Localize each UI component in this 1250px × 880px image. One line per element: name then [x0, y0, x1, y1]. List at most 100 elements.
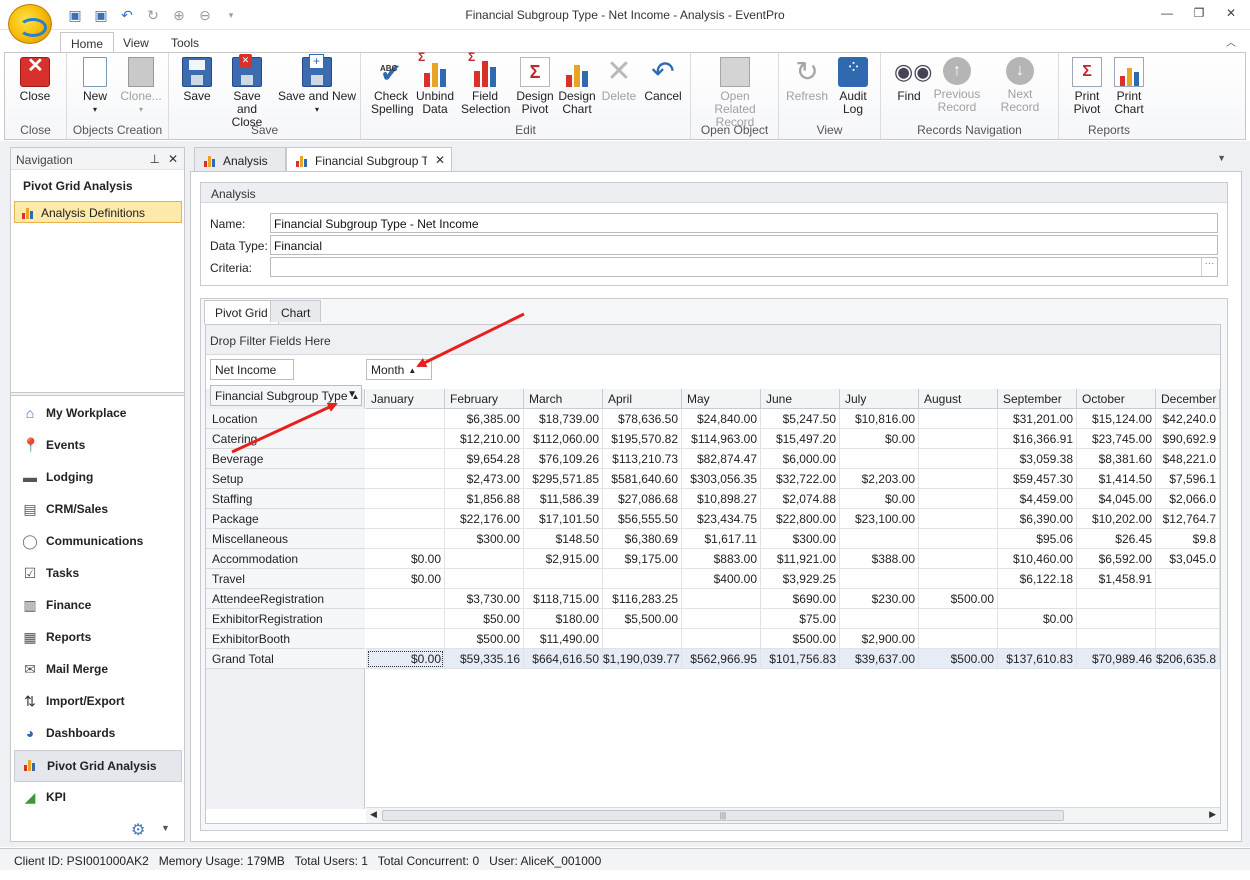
table-cell[interactable]: $300.00	[445, 529, 524, 549]
nav-item-pivot-grid-analysis[interactable]: Pivot Grid Analysis	[14, 750, 182, 782]
table-cell[interactable]: $78,636.50	[603, 409, 682, 429]
table-cell[interactable]: $116,283.25	[603, 589, 682, 609]
table-cell[interactable]: $500.00	[919, 589, 998, 609]
column-header-june[interactable]: June	[761, 389, 840, 409]
window-close-icon[interactable]: ✕	[1224, 6, 1238, 20]
table-cell[interactable]: $4,045.00	[1077, 489, 1156, 509]
table-cell[interactable]: $22,800.00	[761, 509, 840, 529]
table-cell[interactable]: $6,000.00	[761, 449, 840, 469]
table-cell[interactable]	[445, 549, 524, 569]
table-cell[interactable]: $7,596.1	[1156, 469, 1220, 489]
nav-item-lodging[interactable]: ▬ Lodging	[14, 462, 182, 494]
nav-item-events[interactable]: 📍 Events	[14, 430, 182, 462]
nav-analysis-definitions[interactable]: Analysis Definitions	[14, 201, 182, 223]
grand-total-cell[interactable]: $137,610.83	[998, 649, 1077, 669]
column-header-may[interactable]: May	[682, 389, 761, 409]
table-cell[interactable]	[524, 569, 603, 589]
grand-total-cell[interactable]: $101,756.83	[761, 649, 840, 669]
column-header-april[interactable]: April	[603, 389, 682, 409]
name-field[interactable]: Financial Subgroup Type - Net Income	[270, 213, 1218, 233]
table-cell[interactable]: $12,210.00	[445, 429, 524, 449]
column-header-january[interactable]: January	[366, 389, 445, 409]
column-header-february[interactable]: February	[445, 389, 524, 409]
table-cell[interactable]: $5,500.00	[603, 609, 682, 629]
table-cell[interactable]	[366, 409, 445, 429]
table-cell[interactable]: $113,210.73	[603, 449, 682, 469]
table-cell[interactable]: $6,380.69	[603, 529, 682, 549]
table-cell[interactable]: $1,458.91	[1077, 569, 1156, 589]
column-header-july[interactable]: July	[840, 389, 919, 409]
table-cell[interactable]	[366, 589, 445, 609]
criteria-ellipsis-button[interactable]: ···	[1201, 258, 1217, 276]
table-cell[interactable]: $148.50	[524, 529, 603, 549]
nav-item-crm-sales[interactable]: ▤ CRM/Sales	[14, 494, 182, 526]
table-cell[interactable]: $3,929.25	[761, 569, 840, 589]
table-cell[interactable]: $0.00	[840, 429, 919, 449]
table-cell[interactable]: $118,715.00	[524, 589, 603, 609]
table-cell[interactable]: $23,434.75	[682, 509, 761, 529]
table-cell[interactable]	[603, 569, 682, 589]
table-cell[interactable]	[445, 569, 524, 589]
table-cell[interactable]: $3,730.00	[445, 589, 524, 609]
horizontal-scrollbar[interactable]: ◀ ||| ▶	[366, 807, 1220, 823]
table-cell[interactable]: $1,856.88	[445, 489, 524, 509]
navigation-options-chevron-down-icon[interactable]: ▼	[161, 823, 170, 833]
table-cell[interactable]	[366, 469, 445, 489]
table-cell[interactable]	[682, 629, 761, 649]
ribbon-collapse-icon[interactable]: ︿	[1226, 34, 1236, 49]
save-and-close-button[interactable]: Save and Close	[217, 54, 277, 129]
row-header[interactable]: Staffing	[206, 489, 365, 509]
table-cell[interactable]: $2,473.00	[445, 469, 524, 489]
table-cell[interactable]: $400.00	[682, 569, 761, 589]
table-cell[interactable]: $26.45	[1077, 529, 1156, 549]
table-cell[interactable]: $15,497.20	[761, 429, 840, 449]
navigation-splitter[interactable]	[11, 392, 184, 396]
column-header-august[interactable]: August	[919, 389, 998, 409]
grand-total-cell[interactable]: $562,966.95	[682, 649, 761, 669]
row-header[interactable]: ExhibitorRegistration	[206, 609, 365, 629]
table-cell[interactable]: $23,745.00	[1077, 429, 1156, 449]
row-header[interactable]: Accommodation	[206, 549, 365, 569]
tab-home[interactable]: Home	[60, 32, 115, 53]
table-cell[interactable]: $303,056.35	[682, 469, 761, 489]
doc-tab-close-icon[interactable]: ✕	[435, 153, 445, 167]
row-header[interactable]: Travel	[206, 569, 365, 589]
table-cell[interactable]	[919, 629, 998, 649]
table-cell[interactable]	[682, 609, 761, 629]
field-selection-button[interactable]: Σ Field Selection	[457, 51, 513, 116]
table-cell[interactable]: $500.00	[445, 629, 524, 649]
table-cell[interactable]: $295,571.85	[524, 469, 603, 489]
table-cell[interactable]: $0.00	[840, 489, 919, 509]
table-cell[interactable]	[1156, 589, 1220, 609]
table-cell[interactable]: $6,592.00	[1077, 549, 1156, 569]
table-cell[interactable]	[840, 569, 919, 589]
table-cell[interactable]: $112,060.00	[524, 429, 603, 449]
table-cell[interactable]: $2,074.88	[761, 489, 840, 509]
grand-total-cell[interactable]: $59,335.16	[445, 649, 524, 669]
table-cell[interactable]: $24,840.00	[682, 409, 761, 429]
table-cell[interactable]: $581,640.60	[603, 469, 682, 489]
table-cell[interactable]: $95.06	[998, 529, 1077, 549]
row-header[interactable]: Beverage	[206, 449, 365, 469]
table-cell[interactable]	[919, 529, 998, 549]
next-record-button[interactable]: ↓ Next Record	[987, 57, 1053, 114]
table-cell[interactable]: $10,898.27	[682, 489, 761, 509]
cancel-button[interactable]: ↶ Cancel	[635, 57, 691, 103]
minimize-icon[interactable]: —	[1160, 6, 1174, 20]
scroll-right-icon[interactable]: ▶	[1209, 809, 1216, 820]
tab-tools[interactable]: Tools	[161, 32, 209, 53]
table-cell[interactable]: $500.00	[761, 629, 840, 649]
table-cell[interactable]: $9,654.28	[445, 449, 524, 469]
table-cell[interactable]: $59,457.30	[998, 469, 1077, 489]
table-cell[interactable]: $15,124.00	[1077, 409, 1156, 429]
table-cell[interactable]	[366, 609, 445, 629]
table-cell[interactable]	[840, 449, 919, 469]
table-cell[interactable]	[919, 449, 998, 469]
audit-log-button[interactable]: Audit Log	[825, 57, 881, 116]
previous-record-button[interactable]: ↑ Previous Record	[927, 57, 987, 114]
grand-total-cell[interactable]: $206,635.8	[1156, 649, 1220, 669]
nav-item-dashboards[interactable]: ◕ Dashboards	[14, 718, 182, 750]
table-cell[interactable]	[366, 449, 445, 469]
table-cell[interactable]: $388.00	[840, 549, 919, 569]
table-cell[interactable]: $17,101.50	[524, 509, 603, 529]
